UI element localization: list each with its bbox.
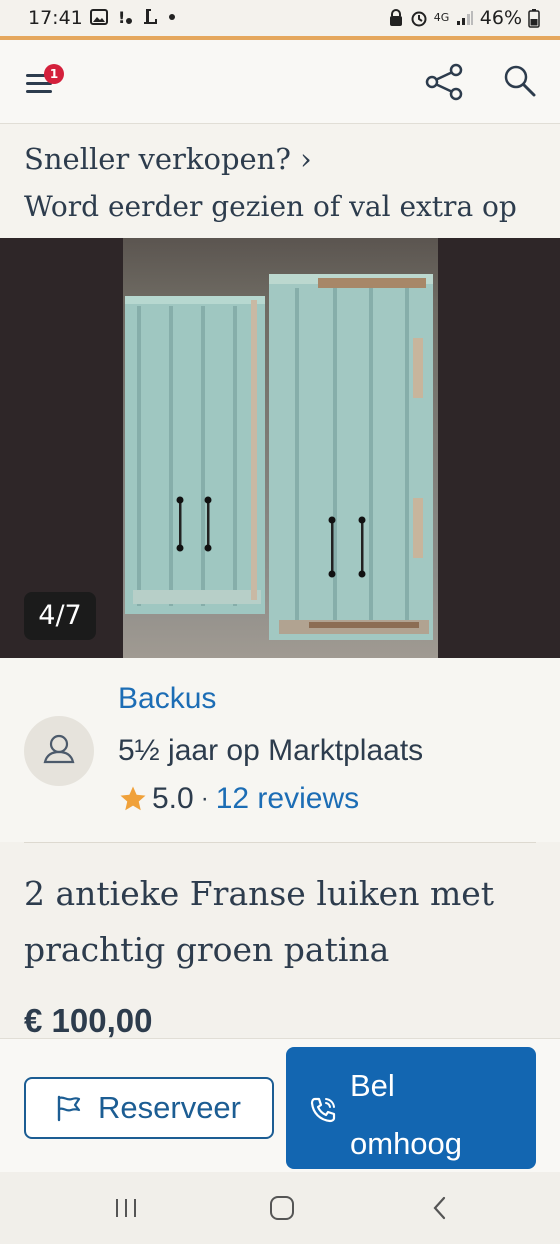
image-gallery[interactable]: 4/7: [0, 238, 560, 658]
search-button[interactable]: [498, 60, 542, 104]
system-icons: 4G 46%: [388, 7, 540, 29]
alarm-icon: [411, 11, 427, 27]
reviews-link[interactable]: 12 reviews: [216, 782, 359, 816]
call-label: Bel omhoog: [350, 1068, 463, 1161]
share-icon: [425, 63, 463, 101]
listing-price: € 100,00: [24, 1002, 153, 1039]
battery-level: 46%: [479, 7, 522, 29]
seller-name-link[interactable]: Backus: [118, 682, 216, 716]
back-icon[interactable]: [426, 1194, 454, 1222]
listing-title: 2 antieke Franse luiken met prachtig gro…: [24, 874, 495, 969]
promo-subline: Word eerder gezien of val extra op: [24, 190, 517, 223]
system-navigation-bar: [0, 1172, 560, 1244]
action-bar: Reserveer Bel omhoog: [0, 1038, 560, 1172]
user-icon: [43, 734, 75, 764]
search-icon: [504, 65, 536, 97]
divider: [24, 842, 536, 843]
flag-icon: [57, 1095, 81, 1122]
status-time: 17:41: [28, 7, 83, 29]
recent-apps-icon[interactable]: [112, 1194, 140, 1222]
home-icon[interactable]: [268, 1194, 296, 1222]
gallery-icon: [90, 9, 108, 25]
reserve-button[interactable]: Reserveer: [24, 1077, 274, 1139]
dot-icon: [169, 14, 175, 20]
seller-membership: 5½ jaar op Marktplaats: [118, 734, 424, 767]
call-button[interactable]: Bel omhoog: [286, 1047, 536, 1169]
chevron-right-icon: ›: [300, 142, 312, 176]
notification-icon: !: [118, 8, 132, 26]
app-l-icon: [144, 9, 157, 24]
share-button[interactable]: [422, 60, 466, 104]
star-icon: [120, 786, 146, 811]
battery-icon: [528, 9, 540, 28]
promo-banner[interactable]: Sneller verkopen? › Word eerder gezien o…: [0, 124, 560, 238]
status-bar: 17:41 ! 4G 46%: [0, 0, 560, 38]
rating-separator: ·: [200, 785, 209, 812]
menu-notification-badge: 1: [44, 64, 64, 84]
signal-icon: [456, 11, 473, 25]
phone-icon: [310, 1097, 336, 1123]
notification-icons: !: [90, 7, 176, 27]
seller-card[interactable]: Backus 5½ jaar op Marktplaats 5.0 · 12 r…: [0, 658, 560, 842]
svg-text:!: !: [118, 8, 125, 26]
menu-button[interactable]: 1: [22, 62, 66, 102]
avatar[interactable]: [24, 716, 94, 786]
reserve-label: Reserveer: [98, 1090, 241, 1125]
app-header: 1: [0, 40, 560, 124]
rating-score: 5.0: [152, 782, 194, 815]
listing-photo[interactable]: [123, 238, 438, 658]
seller-rating: 5.0 · 12 reviews: [118, 782, 359, 816]
image-counter: 4/7: [24, 592, 96, 640]
network-type: 4G: [433, 11, 450, 24]
lock-icon: [389, 9, 402, 26]
promo-headline: Sneller verkopen? ›: [24, 142, 312, 176]
